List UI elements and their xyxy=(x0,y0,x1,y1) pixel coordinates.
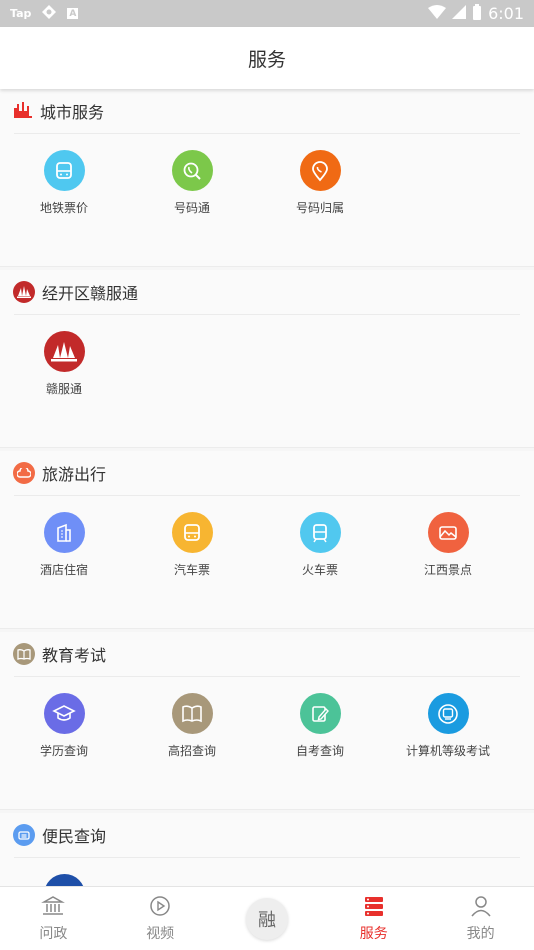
page-title: 服务 xyxy=(247,48,286,71)
nav-label: 问政 xyxy=(39,925,68,942)
service-label: 学历查询 xyxy=(39,744,88,758)
printer-icon xyxy=(13,824,35,846)
nav-mine[interactable]: 我的 xyxy=(427,887,534,950)
section-title: 便民查询 xyxy=(42,827,107,846)
play-icon xyxy=(148,895,172,921)
section-title: 旅游出行 xyxy=(42,465,107,484)
service-hotel[interactable]: 酒店住宿 xyxy=(0,512,128,578)
services-list[interactable]: 城市服务 地铁票价 号码通 号码归属 经开区赣服通 赣服通 旅游出行 酒店住宿 … xyxy=(0,89,534,886)
wifi-icon xyxy=(428,4,447,23)
service-label: 自考查询 xyxy=(295,744,344,758)
service-label: 地铁票价 xyxy=(39,201,88,215)
service-label: 汽车票 xyxy=(173,563,210,577)
bottom-nav: 问政 视频 融 服务 我的 xyxy=(0,886,534,950)
service-label: 高招查询 xyxy=(167,744,216,758)
nav-rong[interactable]: 融 xyxy=(214,887,321,950)
city-icon xyxy=(13,100,33,122)
nav-wenzheng[interactable]: 问政 xyxy=(0,887,107,950)
nav-label: 我的 xyxy=(466,925,495,942)
service-degree-query[interactable]: 学历查询 xyxy=(0,693,128,759)
service-train-ticket[interactable]: 火车票 xyxy=(256,512,384,578)
ganfutong-logo-icon xyxy=(13,281,35,303)
train-icon xyxy=(299,512,341,553)
service-number-lookup[interactable]: 号码通 xyxy=(128,150,256,216)
section-title: 城市服务 xyxy=(40,103,105,122)
building-icon xyxy=(43,512,85,553)
sync-icon xyxy=(41,4,57,23)
service-jiangxi-attractions[interactable]: 江西景点 xyxy=(384,512,512,578)
nav-video[interactable]: 视频 xyxy=(107,887,214,950)
service-computer-exam[interactable]: 计算机等级考试 xyxy=(384,693,512,759)
service-subway-fare[interactable]: 地铁票价 xyxy=(0,150,128,216)
user-icon xyxy=(469,895,493,921)
ganfutong-logo-icon xyxy=(43,331,85,372)
service-self-exam-query[interactable]: 自考查询 xyxy=(256,693,384,759)
signal-icon xyxy=(452,4,467,23)
notification-box: A xyxy=(67,8,79,19)
service-public-query-item[interactable] xyxy=(0,874,128,886)
book-icon xyxy=(171,693,213,734)
section-travel: 旅游出行 酒店住宿 汽车票 火车票 江西景点 xyxy=(0,451,534,629)
nav-services[interactable]: 服务 xyxy=(320,887,427,950)
section-title: 教育考试 xyxy=(42,646,107,665)
service-label: 酒店住宿 xyxy=(39,563,88,577)
app-label: Tap xyxy=(10,7,32,20)
service-bus-ticket[interactable]: 汽车票 xyxy=(128,512,256,578)
service-label: 号码通 xyxy=(173,201,210,215)
service-label: 赣服通 xyxy=(45,382,82,396)
query-icon xyxy=(43,874,85,886)
clock: 6:01 xyxy=(488,4,524,23)
service-ganfutong[interactable]: 赣服通 xyxy=(0,331,128,397)
battery-icon xyxy=(472,3,482,24)
rong-center-icon: 融 xyxy=(245,897,288,940)
government-icon xyxy=(41,895,66,921)
status-bar: Tap A 6:01 xyxy=(0,0,534,27)
bus-icon xyxy=(43,150,85,191)
service-number-location[interactable]: 号码归属 xyxy=(256,150,384,216)
service-label: 火车票 xyxy=(301,563,338,577)
service-admission-query[interactable]: 高招查询 xyxy=(128,693,256,759)
page-title-bar: 服务 xyxy=(0,27,534,89)
bus-icon xyxy=(171,512,213,553)
service-label: 江西景点 xyxy=(423,563,472,577)
nav-label: 服务 xyxy=(359,925,388,942)
phone-search-icon xyxy=(171,150,213,191)
section-title: 经开区赣服通 xyxy=(42,284,139,303)
nav-label: 视频 xyxy=(146,925,175,942)
edit-icon xyxy=(299,693,341,734)
list-icon xyxy=(362,895,386,921)
cloud-icon xyxy=(13,462,35,484)
service-label: 号码归属 xyxy=(295,201,344,215)
section-ganfutong: 经开区赣服通 赣服通 xyxy=(0,270,534,448)
service-label: 计算机等级考试 xyxy=(405,744,490,758)
graduation-cap-icon xyxy=(43,693,85,734)
nav-center-label: 融 xyxy=(257,909,276,931)
book-icon xyxy=(13,643,35,665)
section-public-query: 便民查询 xyxy=(0,813,534,886)
computer-icon xyxy=(427,693,469,734)
section-education: 教育考试 学历查询 高招查询 自考查询 计算机等级考试 xyxy=(0,632,534,810)
landscape-icon xyxy=(427,512,469,553)
location-pin-icon xyxy=(299,150,341,191)
section-city-services: 城市服务 地铁票价 号码通 号码归属 xyxy=(0,89,534,267)
